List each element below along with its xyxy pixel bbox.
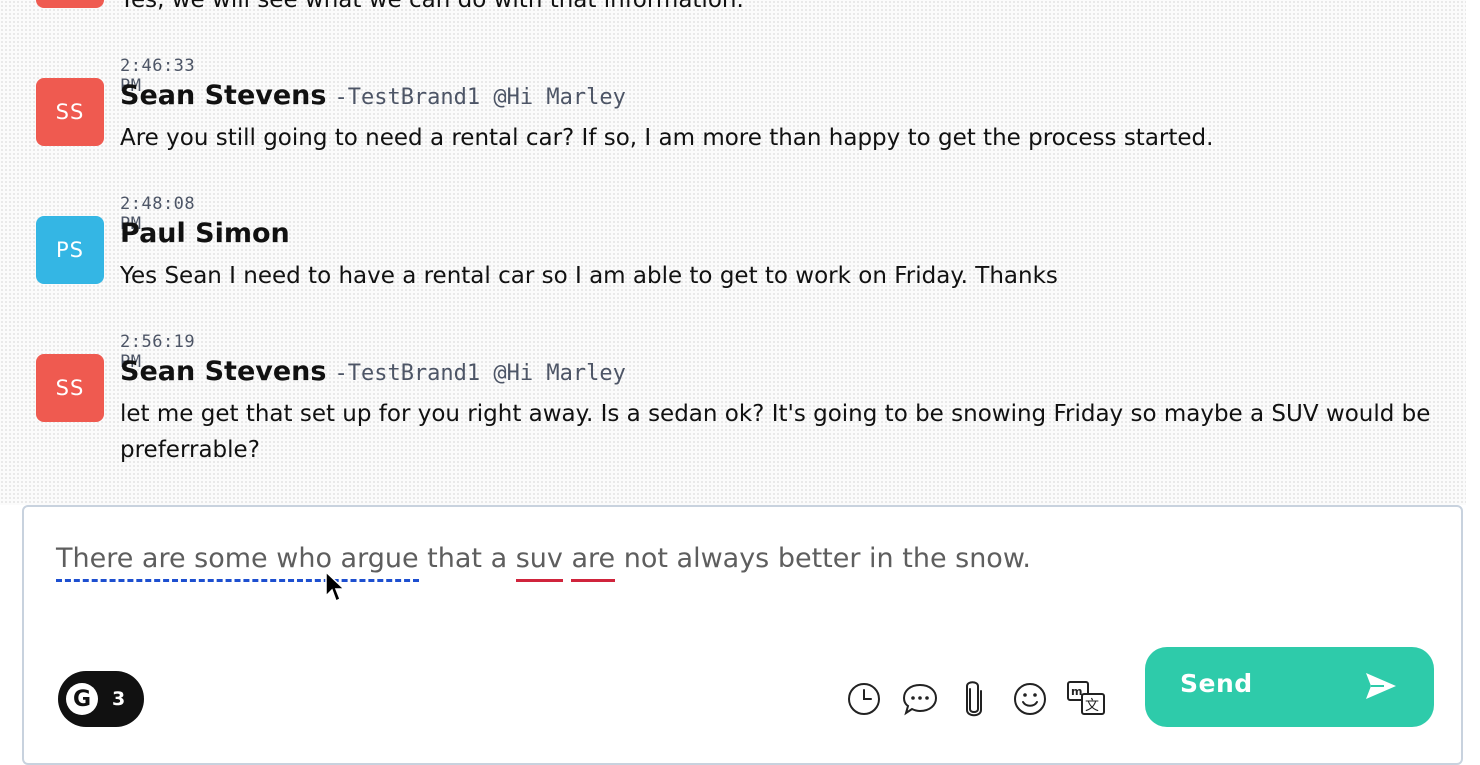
emoji-icon[interactable]: [1010, 679, 1050, 719]
sender-name: Paul Simon: [120, 218, 290, 249]
avatar: SS: [36, 354, 104, 422]
avatar: [36, 0, 104, 8]
send-label: Send: [1180, 669, 1253, 698]
avatar: PS: [36, 216, 104, 284]
translate-icon[interactable]: m文: [1066, 679, 1106, 719]
message-text: let me get that set up for you right awa…: [120, 401, 1431, 463]
grammar-suggestion[interactable]: There are some who argue: [56, 543, 419, 582]
message-text: Yes, we will see what we can do with tha…: [120, 0, 744, 13]
grammarly-count: 3: [112, 688, 126, 710]
spelling-error[interactable]: suv: [515, 543, 563, 582]
avatar: SS: [36, 78, 104, 146]
message-input[interactable]: There are some who argue that a suv are …: [56, 543, 1032, 582]
svg-text:文: 文: [1085, 698, 1099, 714]
grammarly-icon: G: [66, 683, 98, 715]
sender-name: Sean Stevens -TestBrand1 @Hi Marley: [120, 356, 626, 387]
svg-text:m: m: [1071, 685, 1082, 698]
message-text: Are you still going to need a rental car…: [120, 125, 1214, 151]
draft-text: that a: [418, 543, 516, 574]
sender-brand: -TestBrand1 @Hi Marley: [334, 361, 626, 386]
sender-name: Sean Stevens -TestBrand1 @Hi Marley: [120, 80, 626, 111]
clock-icon[interactable]: [844, 679, 884, 719]
sender-name-text: Sean Stevens: [120, 356, 327, 387]
paperclip-icon[interactable]: [954, 679, 994, 719]
message-composer[interactable]: There are some who argue that a suv are …: [22, 505, 1463, 765]
sender-brand: -TestBrand1 @Hi Marley: [334, 85, 626, 110]
chat-bubble-icon[interactable]: [900, 679, 940, 719]
sender-name-text: Paul Simon: [120, 218, 290, 249]
mouse-cursor-icon: [325, 570, 346, 603]
grammarly-badge[interactable]: G 3: [58, 671, 144, 727]
message-text: Yes Sean I need to have a rental car so …: [120, 263, 1058, 289]
message-thread: Yes, we will see what we can do with tha…: [0, 0, 1466, 505]
sender-name-text: Sean Stevens: [120, 80, 327, 111]
draft-text: not always better in the snow.: [615, 543, 1032, 574]
send-button[interactable]: Send: [1145, 647, 1434, 727]
grammar-error[interactable]: are: [571, 543, 616, 582]
send-icon: [1366, 673, 1396, 699]
